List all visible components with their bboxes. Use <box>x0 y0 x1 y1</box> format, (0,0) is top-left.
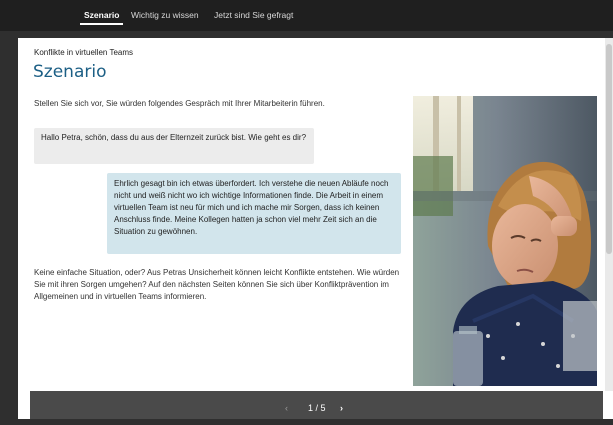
tab-jetzt-sind-sie-gefragt[interactable]: Jetzt sind Sie gefragt <box>214 0 293 31</box>
pagination-bar: ‹ 1 / 5 › <box>30 391 603 419</box>
page-title: Szenario <box>33 62 107 82</box>
stressed-woman-photo <box>413 96 597 386</box>
intro-text: Stellen Sie sich vor, Sie würden folgend… <box>34 99 325 108</box>
outro-text: Keine einfache Situation, oder? Aus Petr… <box>34 268 400 301</box>
tab-szenario[interactable]: Szenario <box>79 0 124 31</box>
chevron-right-icon[interactable]: › <box>340 391 343 419</box>
chevron-left-icon[interactable]: ‹ <box>285 391 288 419</box>
scrollbar[interactable] <box>605 38 613 391</box>
chat-bubble-manager: Hallo Petra, schön, dass du aus der Elte… <box>34 128 314 164</box>
scrollbar-thumb[interactable] <box>606 44 612 254</box>
chat-bubble-petra: Ehrlich gesagt bin ich etwas überfordert… <box>107 173 401 254</box>
tab-wichtig-zu-wissen[interactable]: Wichtig zu wissen <box>131 0 199 31</box>
content-panel: Konflikte in virtuellen Teams Szenario S… <box>18 38 613 419</box>
page-counter: 1 / 5 <box>308 403 326 413</box>
page-kicker: Konflikte in virtuellen Teams <box>34 48 134 57</box>
top-navigation: Szenario Wichtig zu wissen Jetzt sind Si… <box>0 0 613 31</box>
